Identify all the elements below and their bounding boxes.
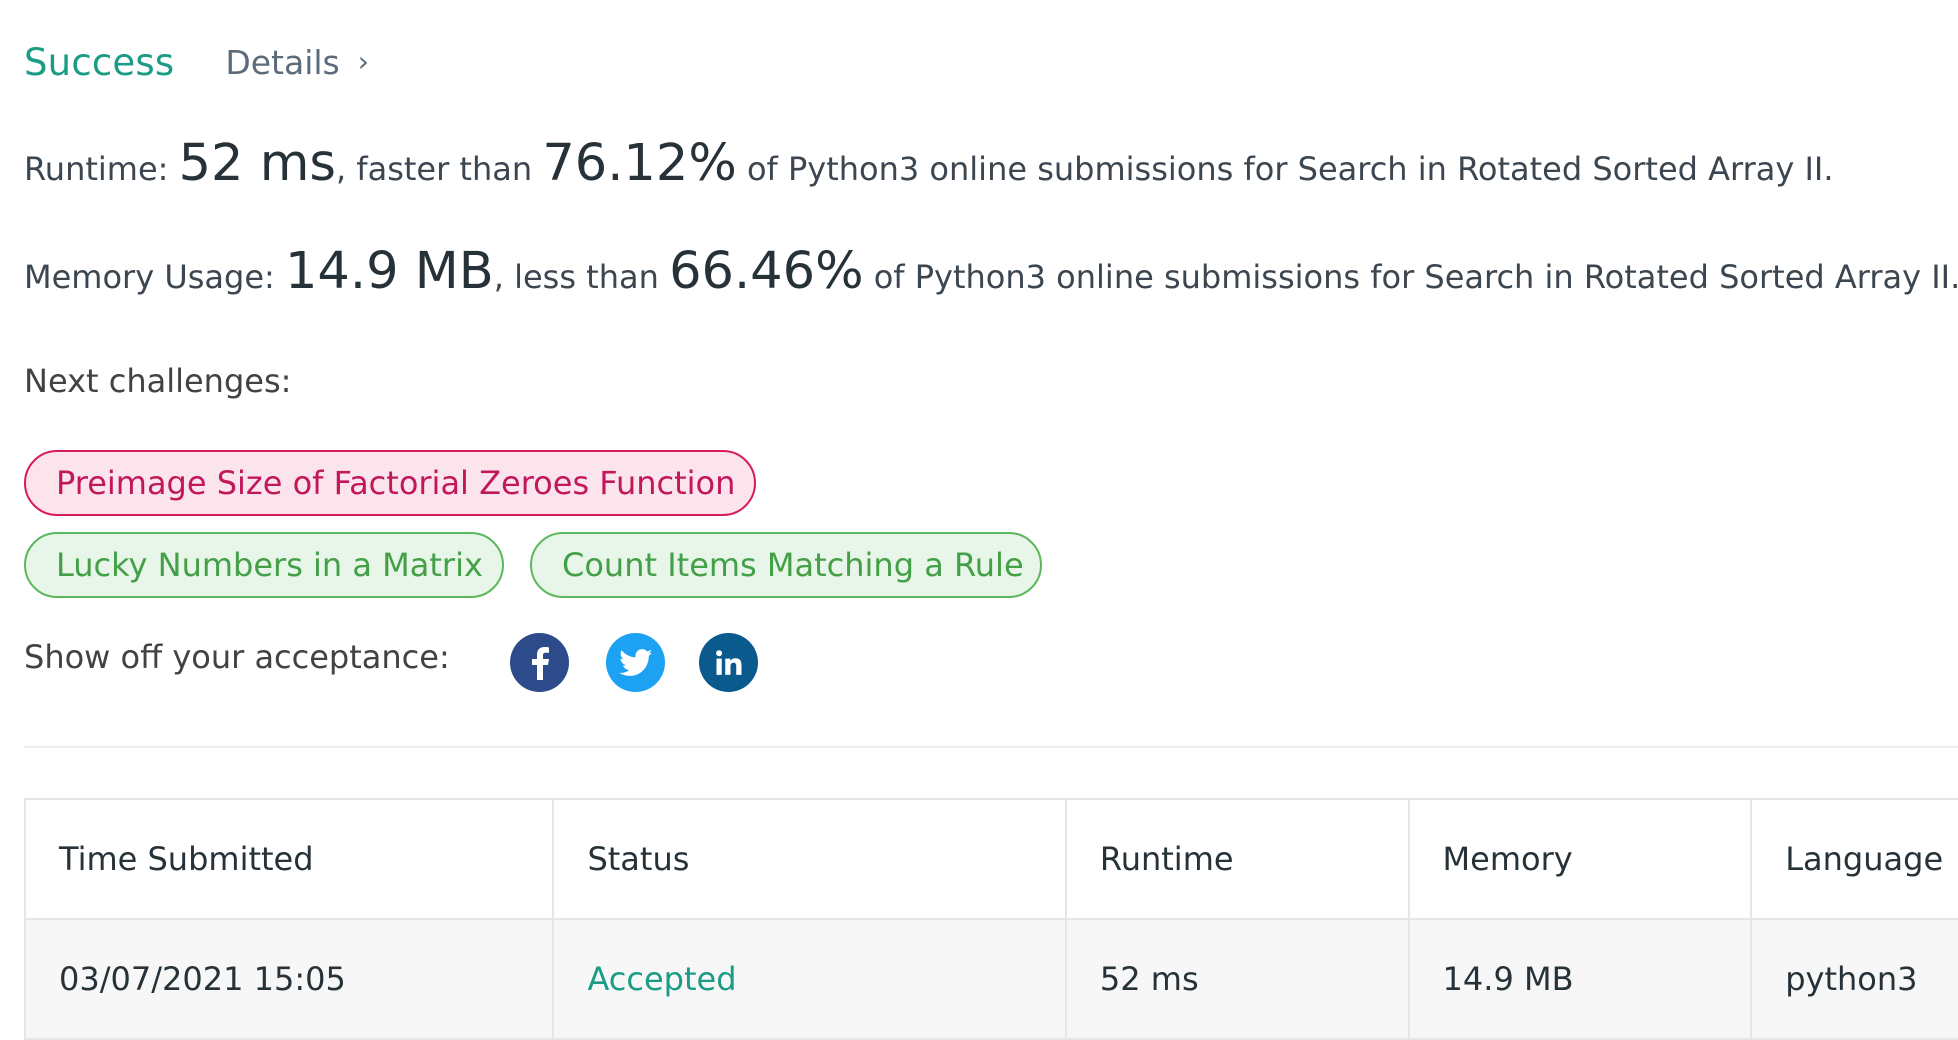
cell-runtime: 52 ms <box>1067 920 1410 1038</box>
challenge-lucky-numbers[interactable]: Lucky Numbers in a Matrix <box>24 532 504 598</box>
runtime-stat: Runtime: 52 ms, faster than 76.12% of Py… <box>24 134 1834 193</box>
memory-suffix: of Python3 online submissions for Search… <box>863 258 1958 296</box>
chevron-right-icon: › <box>357 45 369 78</box>
share-label: Show off your acceptance: <box>24 638 450 676</box>
twitter-icon <box>618 648 652 676</box>
details-link[interactable]: Details › <box>225 43 369 82</box>
memory-percent: 66.46% <box>669 242 864 301</box>
submissions-table: Time Submitted Status Runtime Memory Lan… <box>24 798 1958 1040</box>
column-header-memory: Memory <box>1410 800 1753 918</box>
cell-language: python3 <box>1785 960 1918 998</box>
memory-prefix: Memory Usage: <box>24 258 285 296</box>
memory-stat: Memory Usage: 14.9 MB, less than 66.46% … <box>24 242 1958 301</box>
runtime-mid: , faster than <box>335 150 543 188</box>
twitter-share-button[interactable] <box>606 633 665 692</box>
runtime-suffix: of Python3 online submissions for Search… <box>736 150 1834 188</box>
challenge-count-items[interactable]: Count Items Matching a Rule <box>530 532 1042 598</box>
next-challenges-label: Next challenges: <box>24 362 292 400</box>
column-header-runtime: Runtime <box>1067 800 1410 918</box>
cell-status: Accepted <box>554 920 1067 1038</box>
challenge-preimage-size[interactable]: Preimage Size of Factorial Zeroes Functi… <box>24 450 756 516</box>
accepted-link[interactable]: Accepted <box>587 960 736 998</box>
column-header-language: Language <box>1785 840 1944 878</box>
status-success: Success <box>24 40 175 84</box>
section-divider <box>24 746 1958 748</box>
column-header-status: Status <box>554 800 1067 918</box>
table-row: 03/07/2021 15:05 Accepted 52 ms 14.9 MB … <box>26 920 1958 1040</box>
cell-memory: 14.9 MB <box>1410 920 1753 1038</box>
memory-mid: , less than <box>493 258 670 296</box>
facebook-share-button[interactable] <box>510 633 569 692</box>
column-header-time-submitted: Time Submitted <box>26 800 555 918</box>
table-header-row: Time Submitted Status Runtime Memory Lan… <box>26 800 1958 920</box>
result-header: Success Details › <box>24 34 369 90</box>
details-label: Details <box>225 42 340 82</box>
runtime-percent: 76.12% <box>542 134 737 193</box>
linkedin-share-button[interactable] <box>699 633 758 692</box>
memory-value: 14.9 MB <box>284 242 494 301</box>
cell-time-submitted: 03/07/2021 15:05 <box>26 920 555 1038</box>
facebook-icon <box>531 646 549 680</box>
linkedin-icon <box>715 649 741 675</box>
runtime-prefix: Runtime: <box>24 150 179 188</box>
runtime-value: 52 ms <box>178 134 336 193</box>
